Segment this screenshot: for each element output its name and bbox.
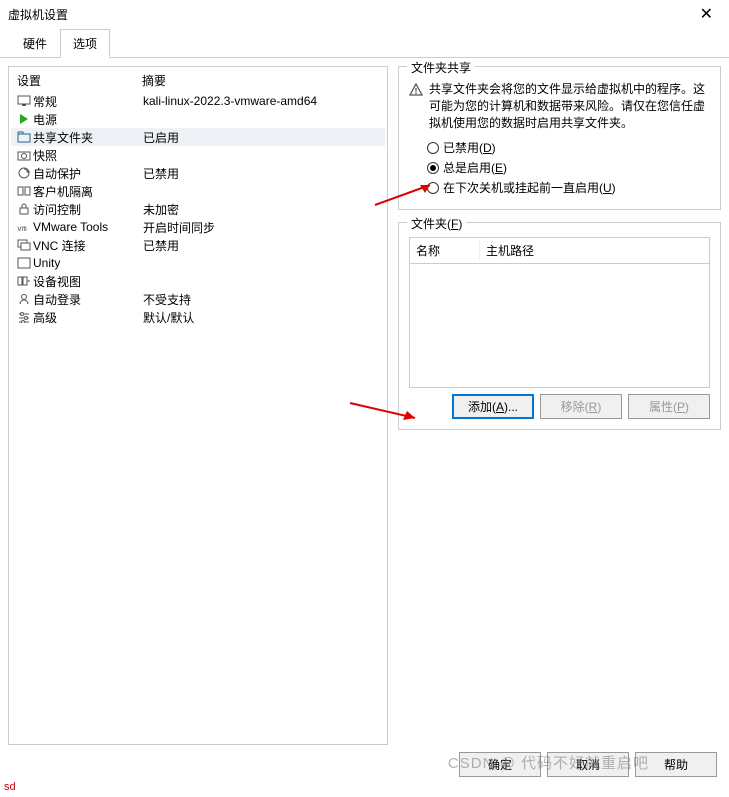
radio-until-next-label: 在下次关机或挂起前一直启用(U) (443, 179, 616, 196)
warning-icon (409, 83, 423, 131)
warning-text: 共享文件夹会将您的文件显示给虚拟机中的程序。这可能为您的计算机和数据带来风险。请… (429, 81, 710, 131)
header-col-summary: 摘要 (142, 72, 379, 89)
autologin-icon (15, 293, 33, 305)
settings-row-name: 设备视图 (33, 273, 143, 290)
settings-row[interactable]: 高级默认/默认 (11, 308, 385, 326)
svg-text:vm: vm (17, 224, 27, 233)
radio-disabled[interactable]: 已禁用(D) (427, 139, 710, 156)
radio-icon (427, 142, 439, 154)
vnc-icon (15, 239, 33, 251)
settings-row-summary: 已禁用 (143, 165, 381, 182)
folders-title: 文件夹(F) (407, 215, 466, 232)
settings-row-name: 客户机隔离 (33, 183, 143, 200)
settings-row-summary: 未加密 (143, 201, 381, 218)
settings-row[interactable]: 访问控制未加密 (11, 200, 385, 218)
settings-row[interactable]: 设备视图 (11, 272, 385, 290)
folders-list-header: 名称 主机路径 (410, 238, 709, 264)
add-button[interactable]: 添加(A)... (452, 394, 534, 419)
settings-list: 常规kali-linux-2022.3-vmware-amd64电源共享文件夹已… (11, 92, 385, 326)
settings-row-name: 访问控制 (33, 201, 143, 218)
advanced-icon (15, 311, 33, 323)
content-area: 设置 摘要 常规kali-linux-2022.3-vmware-amd64电源… (0, 58, 729, 753)
settings-row-name: 高级 (33, 309, 143, 326)
settings-panel: 设置 摘要 常规kali-linux-2022.3-vmware-amd64电源… (8, 66, 388, 745)
titlebar: 虚拟机设置 ✕ (0, 0, 729, 28)
radio-disabled-label: 已禁用(D) (443, 139, 496, 156)
settings-row-name: 常规 (33, 93, 143, 110)
window-title: 虚拟机设置 (8, 6, 68, 23)
shared-folder-icon (15, 131, 33, 143)
settings-row-name: 自动保护 (33, 165, 143, 182)
header-col-setting: 设置 (17, 72, 142, 89)
radio-always-enabled[interactable]: 总是启用(E) (427, 159, 710, 176)
right-panel: 文件夹共享 共享文件夹会将您的文件显示给虚拟机中的程序。这可能为您的计算机和数据… (398, 66, 721, 745)
settings-row-summary: 已禁用 (143, 237, 381, 254)
folders-group: 文件夹(F) 名称 主机路径 添加(A)... 移除(R) 属性(P) (398, 222, 721, 430)
radio-always-label: 总是启用(E) (443, 159, 507, 176)
folder-buttons: 添加(A)... 移除(R) 属性(P) (409, 394, 710, 419)
settings-row-name: 电源 (33, 111, 143, 128)
folder-sharing-title: 文件夹共享 (407, 59, 475, 76)
settings-row-summary: 已启用 (143, 129, 381, 146)
folders-col-path[interactable]: 主机路径 (480, 240, 709, 261)
tab-hardware[interactable]: 硬件 (10, 29, 60, 58)
vmtools-icon: vm (15, 221, 33, 233)
settings-row-name: VMware Tools (33, 220, 143, 234)
list-header: 设置 摘要 (11, 69, 385, 92)
settings-row-summary: kali-linux-2022.3-vmware-amd64 (143, 94, 381, 108)
warning-row: 共享文件夹会将您的文件显示给虚拟机中的程序。这可能为您的计算机和数据带来风险。请… (409, 81, 710, 131)
folders-col-name[interactable]: 名称 (410, 240, 480, 261)
folder-sharing-group: 文件夹共享 共享文件夹会将您的文件显示给虚拟机中的程序。这可能为您的计算机和数据… (398, 66, 721, 210)
radio-icon (427, 182, 439, 194)
isolation-icon (15, 185, 33, 197)
radio-icon (427, 162, 439, 174)
radio-until-next[interactable]: 在下次关机或挂起前一直启用(U) (427, 179, 710, 196)
settings-row[interactable]: 共享文件夹已启用 (11, 128, 385, 146)
settings-row-name: 快照 (33, 147, 143, 164)
autoprotect-icon (15, 167, 33, 179)
cancel-button[interactable]: 取消 (547, 752, 629, 777)
properties-button: 属性(P) (628, 394, 710, 419)
appliance-icon (15, 275, 33, 287)
settings-row-name: 自动登录 (33, 291, 143, 308)
ok-button[interactable]: 确定 (459, 752, 541, 777)
dialog-buttons: 确定 取消 帮助 (459, 752, 717, 777)
settings-row-summary: 不受支持 (143, 291, 381, 308)
monitor-icon (15, 95, 33, 107)
settings-row-name: Unity (33, 256, 143, 270)
settings-row-name: VNC 连接 (33, 237, 143, 254)
access-icon (15, 203, 33, 215)
tab-options[interactable]: 选项 (60, 29, 110, 58)
settings-row[interactable]: 电源 (11, 110, 385, 128)
snapshot-icon (15, 149, 33, 161)
settings-row[interactable]: 常规kali-linux-2022.3-vmware-amd64 (11, 92, 385, 110)
help-button[interactable]: 帮助 (635, 752, 717, 777)
settings-row[interactable]: 自动保护已禁用 (11, 164, 385, 182)
settings-row[interactable]: 自动登录不受支持 (11, 290, 385, 308)
remove-button: 移除(R) (540, 394, 622, 419)
stray-text: sd (4, 781, 16, 793)
settings-row-name: 共享文件夹 (33, 129, 143, 146)
folders-list[interactable]: 名称 主机路径 (409, 237, 710, 388)
unity-icon (15, 257, 33, 269)
tabs: 硬件 选项 (0, 28, 729, 58)
settings-row[interactable]: 快照 (11, 146, 385, 164)
settings-row[interactable]: vm VMware Tools开启时间同步 (11, 218, 385, 236)
settings-row[interactable]: 客户机隔离 (11, 182, 385, 200)
settings-row[interactable]: VNC 连接已禁用 (11, 236, 385, 254)
settings-row-summary: 开启时间同步 (143, 219, 381, 236)
power-icon (15, 113, 33, 125)
settings-row-summary: 默认/默认 (143, 309, 381, 326)
close-icon[interactable]: ✕ (692, 4, 721, 24)
settings-row[interactable]: Unity (11, 254, 385, 272)
